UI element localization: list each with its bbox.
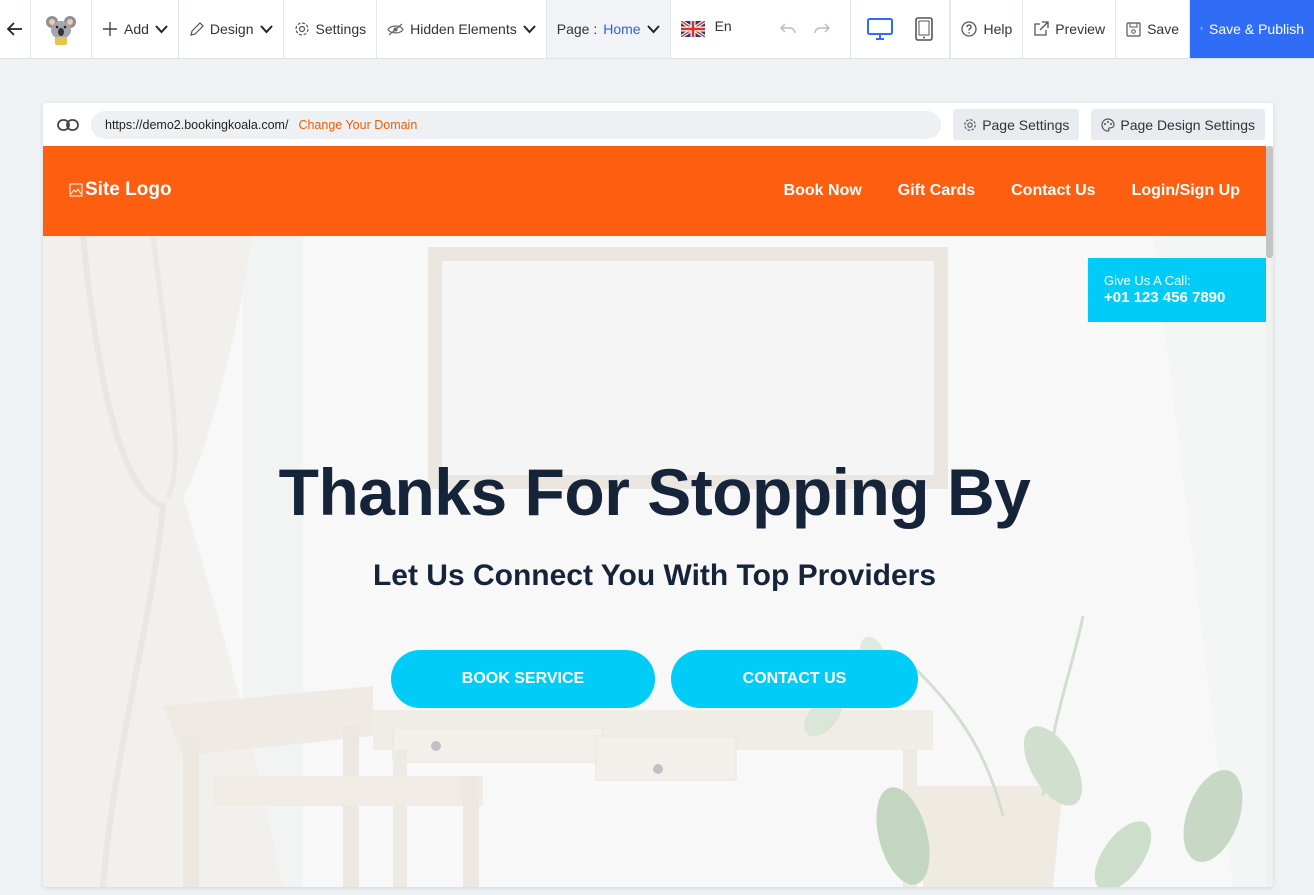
canvas-scrollbar[interactable] [1266, 146, 1273, 887]
call-us-box[interactable]: Give Us A Call: +01 123 456 7890 [1088, 258, 1266, 322]
nav-gift-cards[interactable]: Gift Cards [898, 182, 975, 200]
back-arrow-icon [7, 22, 22, 36]
broken-image-icon [69, 183, 83, 197]
tablet-icon[interactable] [915, 17, 934, 41]
call-number: +01 123 456 7890 [1104, 289, 1226, 306]
undo-icon[interactable] [780, 23, 797, 35]
add-label: Add [124, 21, 149, 37]
koala-logo-icon [46, 16, 76, 45]
url-bar: https://demo2.bookingkoala.com/ Change Y… [43, 103, 1273, 146]
preview-label: Preview [1055, 21, 1106, 37]
help-icon [961, 21, 978, 37]
chevron-down-icon [155, 24, 168, 33]
page-design-settings-button[interactable]: Page Design Settings [1091, 109, 1265, 140]
site-nav: Book Now Gift Cards Contact Us Login/Sig… [784, 182, 1240, 200]
nav-contact-us[interactable]: Contact Us [1011, 182, 1095, 200]
language-label: En [714, 18, 732, 34]
palette-icon [1101, 117, 1115, 132]
page-prefix: Page : [556, 21, 598, 37]
device-toggle [850, 0, 951, 58]
page-settings-label: Page Settings [982, 116, 1070, 133]
desktop-icon[interactable] [867, 18, 894, 40]
help-label: Help [983, 21, 1013, 37]
design-menu[interactable]: Design [179, 0, 284, 58]
nav-login-signup[interactable]: Login/Sign Up [1132, 182, 1240, 200]
add-menu[interactable]: Add [92, 0, 179, 58]
url-field: https://demo2.bookingkoala.com/ Change Y… [91, 110, 942, 139]
external-link-icon [1034, 21, 1049, 36]
site-logo[interactable]: Site Logo [69, 179, 172, 201]
hidden-elements-label: Hidden Elements [410, 21, 517, 37]
gear-icon [964, 118, 977, 131]
back-button[interactable] [0, 0, 31, 58]
uk-flag-icon [680, 21, 705, 37]
eye-slash-icon [387, 23, 404, 35]
chevron-down-icon [522, 24, 536, 33]
save-publish-label: Save & Publish [1209, 21, 1304, 37]
link-icon [57, 118, 79, 131]
save-button[interactable]: Save [1116, 0, 1190, 58]
chevron-down-icon [646, 24, 660, 33]
call-label: Give Us A Call: [1104, 273, 1191, 288]
gear-icon [294, 22, 309, 36]
scrollbar-thumb[interactable] [1266, 146, 1273, 258]
editor-toolbar: Add Design Settings Hidden Elements Page… [0, 0, 1314, 59]
settings-button[interactable]: Settings [284, 0, 378, 58]
hero-title: Thanks For Stopping By [278, 455, 1031, 529]
page-settings-button[interactable]: Page Settings [953, 109, 1080, 140]
save-label: Save [1147, 21, 1179, 37]
editor-canvas: https://demo2.bookingkoala.com/ Change Y… [43, 103, 1273, 887]
pencil-icon [190, 21, 204, 36]
page-design-settings-label: Page Design Settings [1120, 116, 1255, 133]
app-logo[interactable] [31, 0, 92, 58]
settings-label: Settings [315, 21, 367, 37]
design-label: Design [209, 21, 254, 37]
help-button[interactable]: Help [950, 0, 1024, 58]
chevron-down-icon [259, 24, 273, 33]
hero-section: Give Us A Call: +01 123 456 7890 Thanks … [43, 236, 1266, 887]
hero-subtitle: Let Us Connect You With Top Providers [372, 559, 937, 592]
site-header: Site Logo Book Now Gift Cards Contact Us… [43, 146, 1266, 236]
redo-icon[interactable] [814, 23, 831, 35]
save-publish-button[interactable]: Save & Publish [1190, 0, 1314, 58]
site-url: https://demo2.bookingkoala.com/ [105, 117, 289, 132]
site-logo-alt: Site Logo [85, 179, 172, 200]
language-selector[interactable]: En [671, 0, 742, 58]
history-controls [760, 0, 850, 58]
preview-button[interactable]: Preview [1023, 0, 1117, 58]
upload-icon [1200, 27, 1203, 31]
page-value: Home [603, 21, 641, 37]
save-icon [1126, 21, 1141, 37]
change-domain-link[interactable]: Change Your Domain [298, 118, 417, 132]
book-service-button[interactable]: BOOK SERVICE [391, 650, 655, 708]
page-selector[interactable]: Page : Home [546, 0, 671, 58]
site-preview: Site Logo Book Now Gift Cards Contact Us… [43, 146, 1266, 887]
nav-book-now[interactable]: Book Now [784, 182, 862, 200]
plus-icon [103, 22, 117, 36]
contact-us-button[interactable]: CONTACT US [671, 650, 918, 708]
hidden-elements-menu[interactable]: Hidden Elements [377, 0, 547, 58]
